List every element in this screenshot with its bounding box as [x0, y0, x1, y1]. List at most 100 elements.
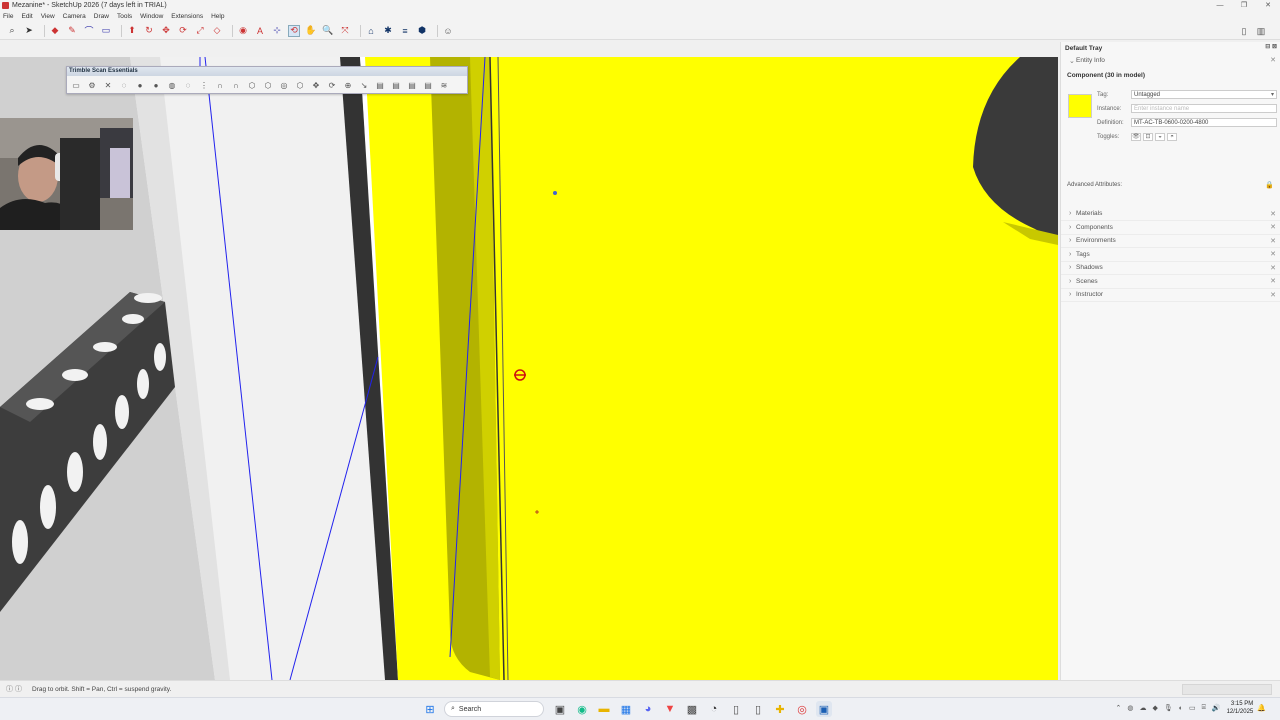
scan-layers-icon[interactable]: ▤: [390, 79, 402, 91]
line-tool-icon[interactable]: ✎: [66, 25, 78, 37]
plugin-icon[interactable]: ✚: [772, 701, 788, 717]
menu-camera[interactable]: Camera: [63, 13, 86, 20]
close-icon[interactable]: ✕: [1270, 264, 1276, 272]
follow-me-tool-icon[interactable]: ↻: [143, 25, 155, 37]
section-instructor[interactable]: › Instructor ✕: [1061, 289, 1280, 302]
arc-tool-icon[interactable]: ⌒: [83, 25, 95, 37]
scan-settings-icon[interactable]: ⚙: [86, 79, 98, 91]
volume-icon[interactable]: 🔊: [1212, 704, 1221, 712]
minimize-button[interactable]: —: [1208, 0, 1232, 11]
scan-magnet-icon[interactable]: ∩: [230, 79, 242, 91]
push-pull-tool-icon[interactable]: ⬆: [126, 25, 138, 37]
shadow-receive-toggle-icon[interactable]: ◓: [1167, 132, 1177, 141]
definition-input[interactable]: MT-AC-TB-0600-0200-4800: [1131, 118, 1277, 127]
clock[interactable]: 3:15 PM 12/1/2025: [1227, 700, 1254, 716]
scan-move-icon[interactable]: ✥: [310, 79, 322, 91]
menu-view[interactable]: View: [41, 13, 55, 20]
close-icon[interactable]: ✕: [1270, 250, 1276, 258]
lock-icon[interactable]: 🔒: [1265, 181, 1274, 189]
zoom-extents-icon[interactable]: ⤧: [339, 25, 351, 37]
close-icon[interactable]: ✕: [1270, 277, 1276, 285]
tray-pin-icon[interactable]: ⊟ ⊠: [1265, 43, 1277, 50]
model-viewport[interactable]: [0, 57, 1058, 680]
layer-icon[interactable]: ≡: [399, 25, 411, 37]
shadow-cast-toggle-icon[interactable]: ◒: [1155, 132, 1165, 141]
text-tool-icon[interactable]: A: [254, 25, 266, 37]
task-view-icon[interactable]: ▣: [552, 701, 568, 717]
close-icon[interactable]: ✕: [1270, 237, 1276, 245]
brave-icon[interactable]: ▼: [662, 701, 678, 717]
info-icon[interactable]: ⓘ ⓘ: [0, 684, 32, 694]
document-icon[interactable]: ▯: [750, 701, 766, 717]
menu-file[interactable]: File: [3, 13, 13, 20]
scan-hex-icon[interactable]: ⬡: [262, 79, 274, 91]
section-scenes[interactable]: › Scenes ✕: [1061, 275, 1280, 289]
display-icon[interactable]: ▭: [1189, 704, 1196, 712]
scan-drop-icon[interactable]: ●: [134, 79, 146, 91]
sketchup-icon[interactable]: ▣: [816, 701, 832, 717]
file-explorer-icon[interactable]: ▬: [596, 701, 612, 717]
notification-icon[interactable]: 🔔: [1257, 704, 1266, 712]
discord-icon[interactable]: ◕: [640, 701, 656, 717]
orbit-tool-icon[interactable]: ⟲: [288, 24, 300, 37]
share-icon[interactable]: ⬢: [416, 25, 428, 37]
close-icon[interactable]: ✕: [1270, 291, 1276, 299]
close-icon[interactable]: ✕: [1270, 210, 1276, 218]
move-tool-icon[interactable]: ✥: [160, 25, 172, 37]
close-icon[interactable]: ✕: [1270, 56, 1276, 64]
section-environments[interactable]: › Environments ✕: [1061, 235, 1280, 248]
scan-close-icon[interactable]: ✕: [102, 79, 114, 91]
windows-start-icon[interactable]: ⊞: [422, 701, 438, 717]
trimble-scan-toolbar[interactable]: Trimble Scan Essentials ▭ ⚙ ✕ ◌ ● ● ◍ ◌ …: [66, 66, 468, 94]
scan-drop-icon[interactable]: ◍: [166, 79, 178, 91]
pan-tool-icon[interactable]: ✋: [305, 25, 317, 37]
rotate-tool-icon[interactable]: ⟳: [177, 25, 189, 37]
scan-hex-icon[interactable]: ⬡: [294, 79, 306, 91]
scan-layers-icon[interactable]: ▤: [406, 79, 418, 91]
scan-hex-icon[interactable]: ⬡: [246, 79, 258, 91]
scan-circle-icon[interactable]: ◎: [278, 79, 290, 91]
sidebar-toggle-icon[interactable]: ▥: [1255, 25, 1267, 37]
scan-pick-icon[interactable]: ↘: [358, 79, 370, 91]
microphone-icon[interactable]: 🎙: [1164, 704, 1173, 712]
material-swatch[interactable]: [1068, 93, 1092, 118]
menu-help[interactable]: Help: [211, 13, 224, 20]
extension-warehouse-icon[interactable]: ✱: [382, 25, 394, 37]
tray-app-icon[interactable]: ☁: [1140, 704, 1147, 712]
lock-toggle-icon[interactable]: ⊡: [1143, 132, 1153, 141]
rectangle-tool-icon[interactable]: ▭: [100, 25, 112, 37]
close-icon[interactable]: ✕: [1270, 223, 1276, 231]
menu-window[interactable]: Window: [140, 13, 163, 20]
visibility-toggle-icon[interactable]: 👁: [1131, 132, 1141, 141]
close-button[interactable]: ✕: [1256, 0, 1280, 11]
scan-layers-icon[interactable]: ▤: [422, 79, 434, 91]
menu-extensions[interactable]: Extensions: [171, 13, 203, 20]
axes-tool-icon[interactable]: ⊹: [271, 25, 283, 37]
chevron-up-icon[interactable]: ⌃: [1116, 704, 1122, 712]
search-icon[interactable]: ⌕: [6, 25, 18, 37]
scan-drop-icon[interactable]: ◌: [182, 79, 194, 91]
scale-tool-icon[interactable]: ⤢: [194, 25, 206, 37]
document-icon[interactable]: ▯: [728, 701, 744, 717]
document-icon[interactable]: ▯: [1238, 25, 1250, 37]
offset-tool-icon[interactable]: ◇: [211, 25, 223, 37]
scan-magnet-icon[interactable]: ∩: [214, 79, 226, 91]
app-icon[interactable]: ▩: [684, 701, 700, 717]
tape-measure-icon[interactable]: ◉: [237, 25, 249, 37]
section-entity-info[interactable]: ⌄ Entity Info ✕: [1061, 54, 1280, 68]
floating-toolbar-title[interactable]: Trimble Scan Essentials: [67, 67, 467, 76]
scan-rotate-icon[interactable]: ⟳: [326, 79, 338, 91]
taskbar-search[interactable]: ⌕ Search: [444, 701, 544, 717]
warehouse-icon[interactable]: ⌂: [365, 25, 377, 37]
section-shadows[interactable]: › Shadows ✕: [1061, 262, 1280, 275]
scan-stack-icon[interactable]: ≋: [438, 79, 450, 91]
scan-drop-icon[interactable]: ●: [150, 79, 162, 91]
scan-dots-icon[interactable]: ⋮: [198, 79, 210, 91]
menu-edit[interactable]: Edit: [21, 13, 32, 20]
scan-layers-icon[interactable]: ▤: [374, 79, 386, 91]
edge-icon[interactable]: ◉: [574, 701, 590, 717]
measurements-box[interactable]: [1182, 684, 1272, 695]
tray-app-icon[interactable]: ◆: [1153, 704, 1158, 712]
tray-app-icon[interactable]: ◐: [1179, 705, 1183, 712]
account-icon[interactable]: ☺: [442, 25, 454, 37]
